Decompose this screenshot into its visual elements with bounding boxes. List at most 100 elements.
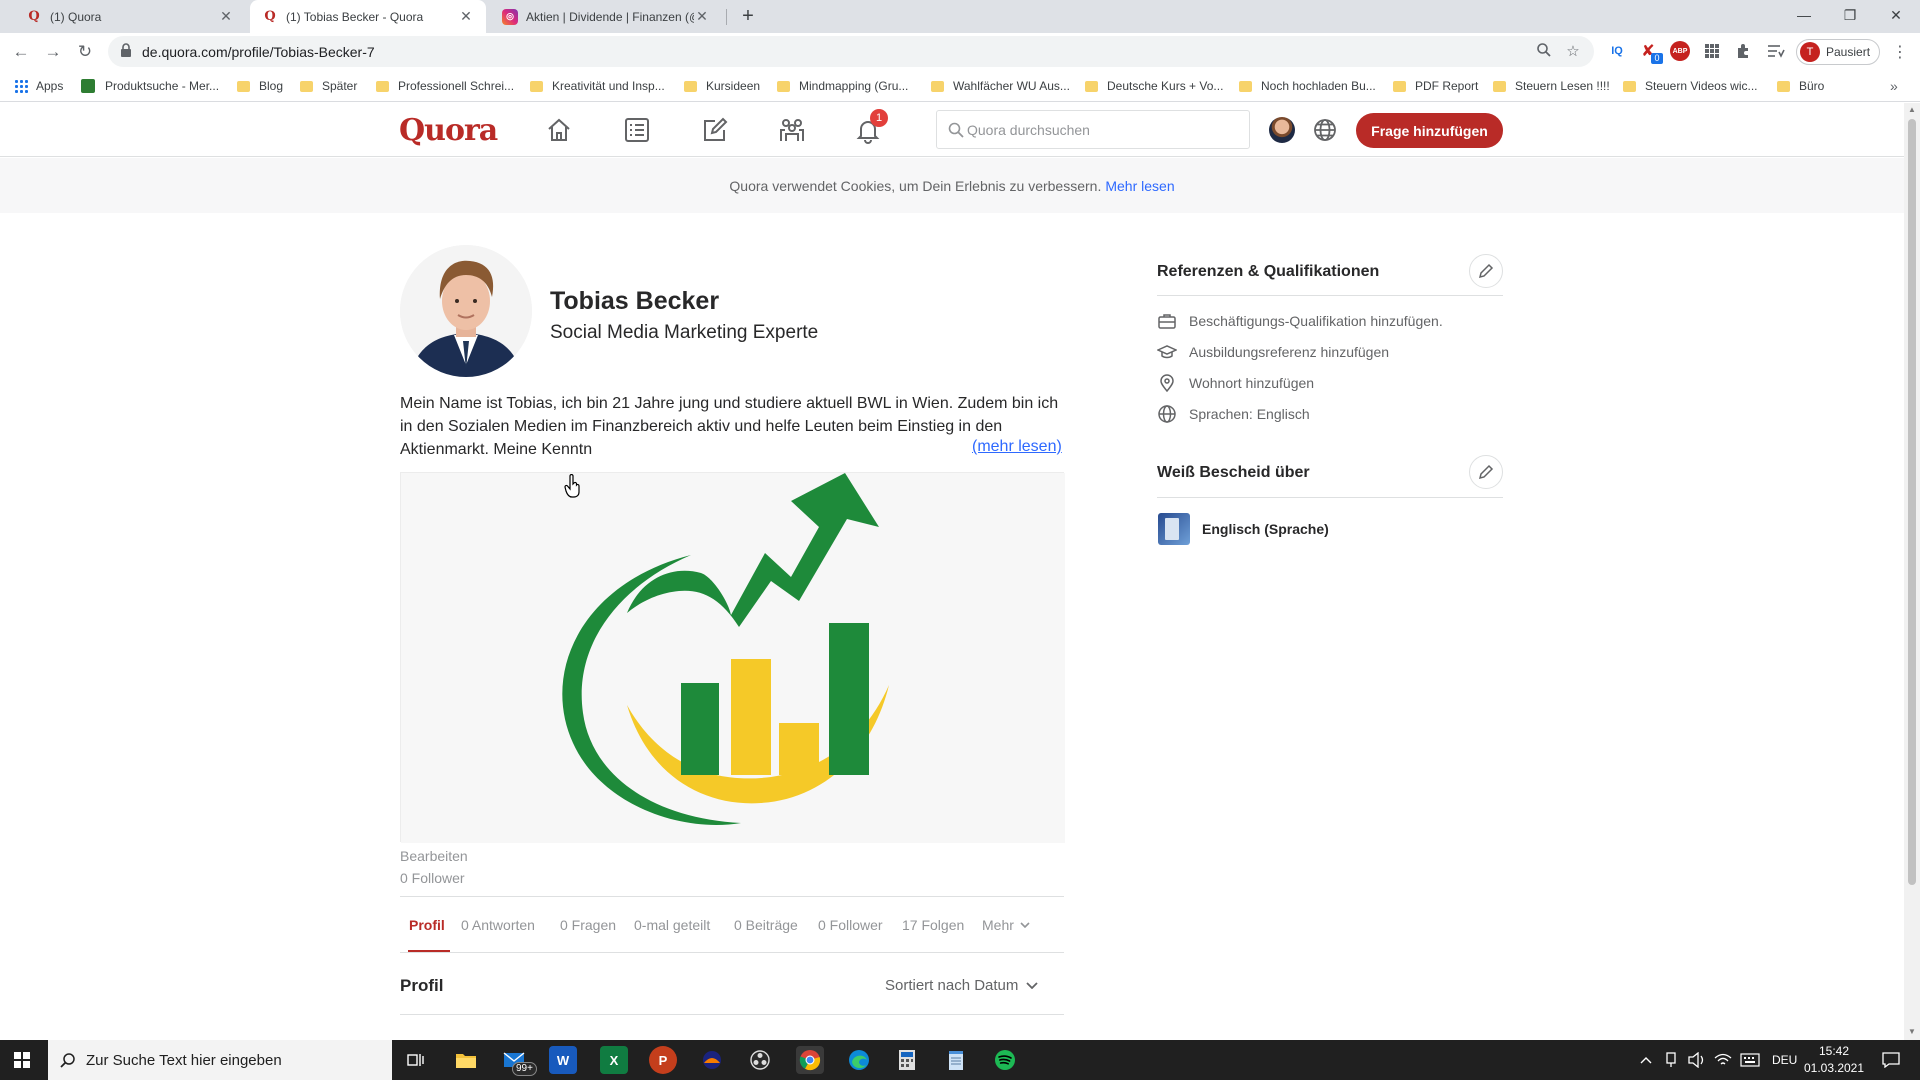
bookmark-label: Kreativität und Insp... [552, 79, 665, 93]
scroll-down-icon[interactable]: ▼ [1908, 1027, 1916, 1036]
cookie-more-link[interactable]: Mehr lesen [1105, 178, 1174, 194]
volume-icon[interactable] [1688, 1040, 1706, 1080]
bookmark-folder[interactable]: Noch hochladen Bu... [1239, 76, 1376, 96]
tab-following[interactable]: 17 Folgen [902, 917, 964, 933]
tab-answers[interactable]: 0 Antworten [461, 917, 535, 933]
bookmark-star-icon[interactable]: ☆ [1563, 42, 1583, 62]
bookmark-folder[interactable]: PDF Report [1393, 76, 1478, 96]
zoom-icon[interactable] [1534, 42, 1554, 62]
input-language[interactable]: DEU [1772, 1040, 1797, 1080]
extensions-puzzle-icon[interactable] [1734, 41, 1754, 61]
bookmark-folder[interactable]: Professionell Schrei... [376, 76, 514, 96]
tab-posts[interactable]: 0 Beiträge [734, 917, 798, 933]
scroll-up-icon[interactable]: ▲ [1908, 105, 1916, 114]
reading-list-icon[interactable] [1766, 41, 1786, 61]
adblock-icon[interactable]: ABP [1670, 41, 1690, 61]
new-tab-button[interactable]: + [737, 5, 759, 27]
chrome-icon[interactable] [796, 1046, 824, 1074]
tab-shares[interactable]: 0-mal geteilt [634, 917, 710, 933]
browser-tab-instagram[interactable]: ◎ Aktien | Dividende | Finanzen (@ ✕ [490, 0, 722, 33]
task-view-icon[interactable] [402, 1046, 430, 1074]
bookmark-item[interactable]: Produktsuche - Mer... [81, 76, 219, 96]
topic-item[interactable]: Englisch (Sprache) [1158, 513, 1329, 545]
powerpoint-icon[interactable]: P [649, 1046, 677, 1074]
app-icon[interactable] [698, 1046, 726, 1074]
bookmark-folder[interactable]: Später [300, 76, 357, 96]
restore-button[interactable]: ❐ [1827, 0, 1873, 30]
search-input[interactable] [967, 111, 1247, 148]
language-globe-icon[interactable] [1312, 117, 1338, 143]
home-icon[interactable] [544, 115, 574, 145]
device-icon[interactable] [1664, 1040, 1678, 1080]
bookmark-folder[interactable]: Kursideen [684, 76, 760, 96]
browser-tab-profile[interactable]: Q (1) Tobias Becker - Quora ✕ [250, 0, 486, 33]
notepad-icon[interactable] [942, 1046, 970, 1074]
edit-credentials-button[interactable] [1469, 254, 1503, 288]
close-icon[interactable]: ✕ [458, 8, 474, 25]
bookmark-folder[interactable]: Blog [237, 76, 283, 96]
bookmarks-overflow-icon[interactable]: » [1890, 76, 1898, 96]
bookmark-folder[interactable]: Deutsche Kurs + Vo... [1085, 76, 1223, 96]
bookmark-folder[interactable]: Mindmapping (Gru... [777, 76, 908, 96]
profile-avatar-large[interactable] [400, 245, 532, 377]
close-window-button[interactable]: ✕ [1873, 0, 1919, 30]
minimize-button[interactable]: — [1781, 0, 1827, 30]
iq-extension-icon[interactable]: IQ [1607, 41, 1627, 61]
quora-logo[interactable]: Quora [399, 113, 498, 148]
bookmark-folder[interactable]: Steuern Videos wic... [1623, 76, 1758, 96]
add-employment-credential[interactable]: Beschäftigungs-Qualifikation hinzufügen. [1157, 311, 1443, 331]
add-education-credential[interactable]: Ausbildungsreferenz hinzufügen [1157, 342, 1389, 362]
browser-tab-quora[interactable]: Q (1) Quora ✕ [14, 0, 246, 33]
bookmark-apps[interactable]: Apps [14, 76, 63, 96]
followers-count[interactable]: 0 Follower [400, 870, 465, 886]
taskbar-search[interactable]: Zur Suche Text hier eingeben [48, 1040, 392, 1080]
add-question-button[interactable]: Frage hinzufügen [1356, 113, 1503, 148]
reload-icon[interactable]: ↻ [72, 39, 98, 65]
show-hidden-icons[interactable] [1640, 1040, 1652, 1080]
languages-credential[interactable]: Sprachen: Englisch [1157, 404, 1310, 424]
bookmark-folder[interactable]: Büro [1777, 76, 1824, 96]
wifi-icon[interactable] [1714, 1040, 1732, 1080]
tab-more[interactable]: Mehr [982, 917, 1030, 933]
tab-questions[interactable]: 0 Fragen [560, 917, 616, 933]
windows-start-icon[interactable] [14, 1052, 30, 1068]
grid-extension-icon[interactable] [1702, 41, 1722, 61]
keyboard-icon[interactable] [1740, 1040, 1760, 1080]
cookie-banner: Quora verwendet Cookies, um Dein Erlebni… [0, 158, 1904, 213]
obs-icon[interactable] [746, 1046, 774, 1074]
user-avatar[interactable] [1269, 117, 1295, 143]
spotify-icon[interactable] [991, 1046, 1019, 1074]
chrome-profile-button[interactable]: T Pausiert [1796, 39, 1880, 65]
scrollbar-thumb[interactable] [1908, 119, 1916, 885]
edge-icon[interactable] [845, 1046, 873, 1074]
spaces-people-icon[interactable] [777, 115, 807, 145]
forward-arrow-icon[interactable]: → [40, 39, 66, 65]
word-icon[interactable]: W [549, 1046, 577, 1074]
page-scrollbar[interactable]: ▲ ▼ [1904, 103, 1920, 1040]
close-icon[interactable]: ✕ [218, 8, 234, 25]
notification-badge: 1 [870, 109, 888, 127]
calculator-icon[interactable] [893, 1046, 921, 1074]
quora-search-box[interactable] [936, 110, 1250, 149]
file-explorer-icon[interactable] [452, 1046, 480, 1074]
read-more-link[interactable]: (mehr lesen) [972, 438, 1062, 456]
taskbar-clock[interactable]: 15:42 01.03.2021 [1802, 1043, 1866, 1077]
tab-followers[interactable]: 0 Follower [818, 917, 883, 933]
add-location-credential[interactable]: Wohnort hinzufügen [1157, 373, 1314, 393]
bookmark-folder[interactable]: Kreativität und Insp... [530, 76, 665, 96]
close-icon[interactable]: ✕ [694, 8, 710, 25]
bookmark-folder[interactable]: Wahlfächer WU Aus... [931, 76, 1070, 96]
address-bar[interactable]: de.quora.com/profile/Tobias-Becker-7 ☆ [108, 36, 1594, 67]
bookmark-folder[interactable]: Steuern Lesen !!!! [1493, 76, 1610, 96]
chrome-menu-icon[interactable]: ⋮ [1892, 42, 1908, 62]
edit-topics-button[interactable] [1469, 455, 1503, 489]
excel-icon[interactable]: X [600, 1046, 628, 1074]
back-arrow-icon[interactable]: ← [8, 39, 34, 65]
action-center-icon[interactable] [1882, 1040, 1900, 1080]
following-feed-icon[interactable] [622, 115, 652, 145]
answer-pencil-icon[interactable] [700, 115, 730, 145]
browser-tab-label: (1) Quora [50, 9, 102, 24]
tab-profile[interactable]: Profil [409, 917, 445, 933]
edit-link[interactable]: Bearbeiten [400, 848, 468, 864]
sort-dropdown[interactable]: Sortiert nach Datum [885, 977, 1039, 994]
